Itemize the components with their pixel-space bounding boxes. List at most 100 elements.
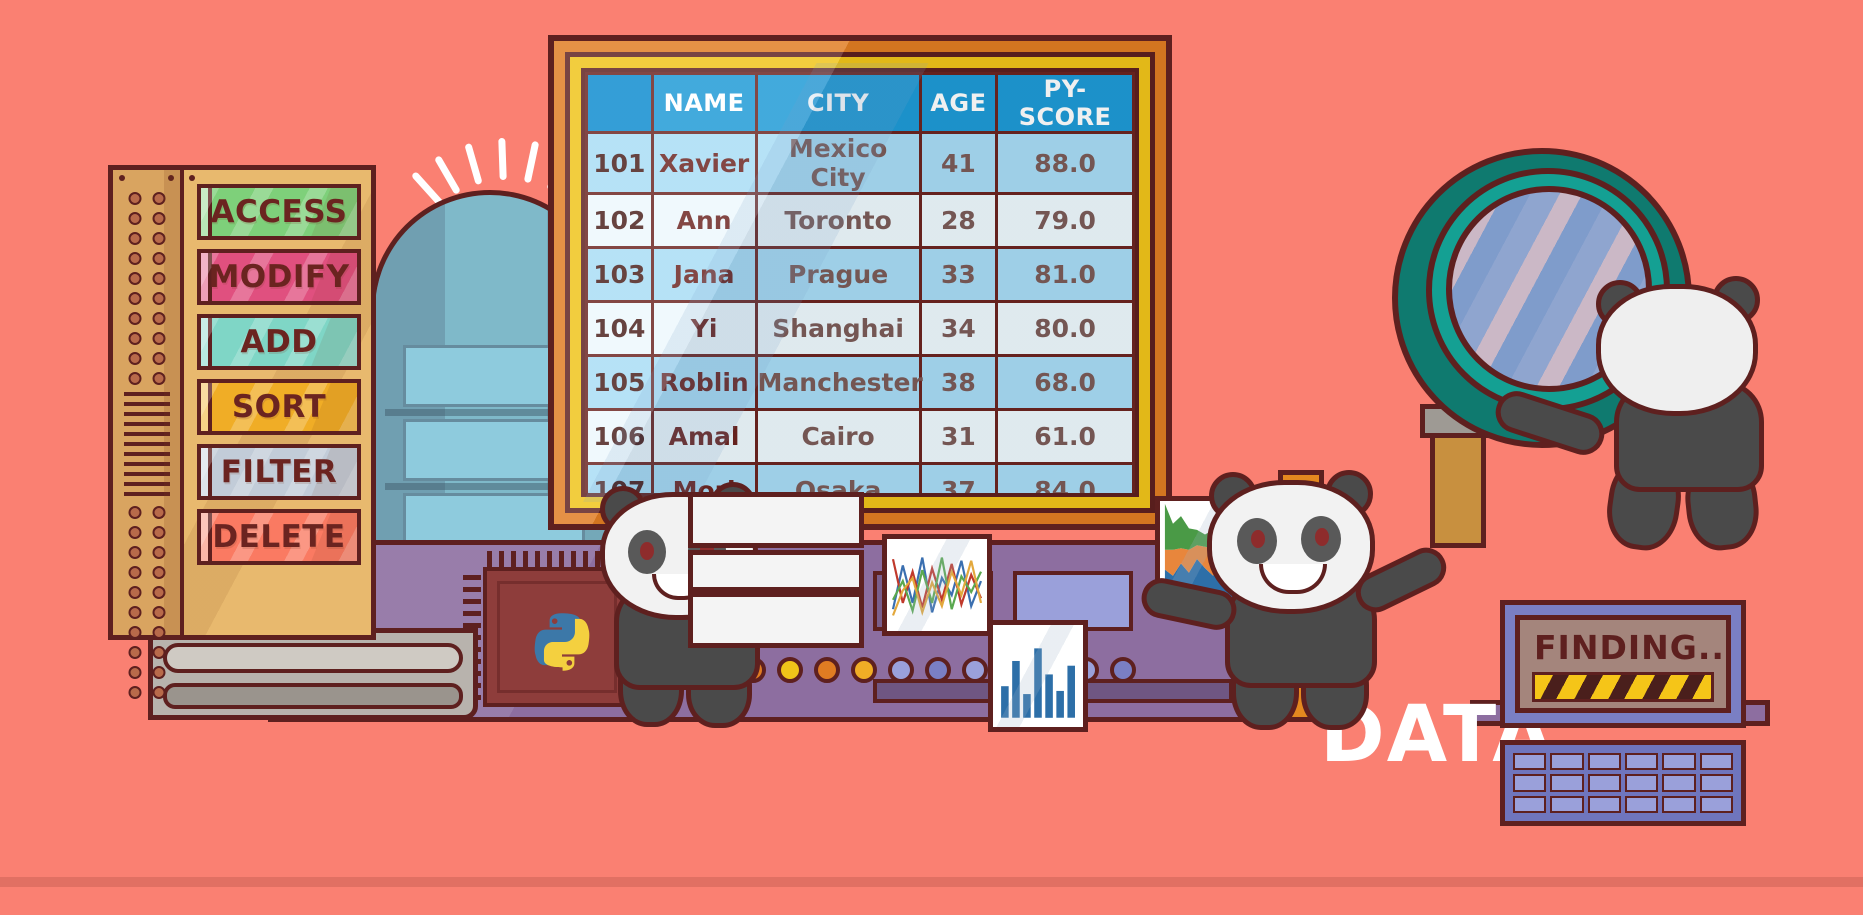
vent-hole: [152, 232, 165, 245]
document-stack: [688, 492, 868, 652]
keypad-key[interactable]: [1550, 753, 1584, 771]
keypad-key[interactable]: [1624, 774, 1659, 792]
cpu-pin: [463, 599, 481, 604]
cell-id: 104: [585, 300, 654, 357]
cell-city: Mexico City: [754, 131, 922, 195]
table-row[interactable]: 106 Amal Cairo 31 61.0: [585, 408, 1135, 465]
document-sheet: [688, 592, 864, 648]
bar: [1045, 674, 1053, 718]
table-row[interactable]: 105 Roblin Manchester 38 68.0: [585, 354, 1135, 411]
keypad-key[interactable]: [1513, 795, 1547, 813]
menu-button-label: DELETE: [212, 519, 346, 555]
col-header-age[interactable]: AGE: [918, 72, 999, 134]
menu-button-label: ADD: [240, 324, 318, 360]
vent-hole: [152, 606, 165, 619]
keypad-key[interactable]: [1513, 774, 1547, 792]
bar: [1012, 660, 1020, 718]
keypad-grid[interactable]: [1500, 740, 1746, 826]
keypad-key[interactable]: [1624, 753, 1659, 771]
menu-button-modify[interactable]: MODIFY: [197, 249, 361, 305]
data-table-frame: NAME CITY AGE PY-SCORE 101 Xavier Mexico C…: [548, 35, 1172, 530]
vent-hole: [152, 372, 165, 385]
col-header-index[interactable]: [585, 72, 654, 134]
vent-slot: [123, 422, 170, 426]
keypad-key[interactable]: [1662, 774, 1696, 792]
vent-hole: [152, 212, 165, 225]
vent-slot: [123, 412, 170, 416]
keypad-key[interactable]: [1662, 795, 1696, 813]
vent-hole: [128, 586, 141, 599]
cell-city: Prague: [754, 246, 922, 303]
keypad-key[interactable]: [1587, 774, 1621, 792]
keypad-key[interactable]: [1662, 753, 1696, 771]
bar-chart-thumbnail[interactable]: [988, 620, 1088, 732]
cell-score: 79.0: [995, 192, 1135, 249]
cpu-pin: [547, 551, 552, 569]
vent-hole: [128, 312, 141, 325]
cell-age: 28: [918, 192, 999, 249]
vent-hole: [128, 686, 141, 699]
perforated-panel: [108, 165, 184, 699]
cell-city: Shanghai: [754, 300, 922, 357]
col-header-score[interactable]: PY-SCORE: [995, 72, 1135, 134]
cell-name: Yi: [650, 300, 758, 357]
cell-score: 61.0: [995, 408, 1135, 465]
table-row[interactable]: 103 Jana Prague 33 81.0: [585, 246, 1135, 303]
vent-hole: [128, 372, 141, 385]
table-row[interactable]: 101 Xavier Mexico City 41 88.0: [585, 131, 1135, 195]
line-chart-thumbnail[interactable]: [882, 534, 992, 636]
menu-button-filter[interactable]: FILTER: [197, 444, 361, 500]
cell-id: 103: [585, 246, 654, 303]
bar: [1023, 694, 1031, 718]
cell-name: Jana: [650, 246, 758, 303]
keypad-key[interactable]: [1699, 795, 1733, 813]
col-header-name[interactable]: NAME: [650, 72, 758, 134]
illustration-scene: ACCESS MODIFY ADD SORT FILTER DELETE DATA: [0, 0, 1863, 915]
finding-label: FINDING...: [1534, 628, 1731, 667]
panda-waving: [1137, 460, 1453, 735]
vent-hole: [128, 272, 141, 285]
keypad-key[interactable]: [1699, 774, 1733, 792]
screw-icon: [119, 175, 125, 181]
table-row[interactable]: 102 Ann Toronto 28 79.0: [585, 192, 1135, 249]
col-header-city[interactable]: CITY: [754, 72, 922, 134]
cell-city: Cairo: [754, 408, 922, 465]
vent-slot: [123, 482, 170, 486]
vent-hole: [128, 526, 141, 539]
panda-pupil: [1251, 530, 1265, 548]
vent-hole: [152, 352, 165, 365]
menu-button-delete[interactable]: DELETE: [197, 509, 361, 565]
panda-pupil: [640, 542, 654, 560]
cell-name: Amal: [650, 408, 758, 465]
panda-pupil: [1315, 528, 1329, 546]
vent-hole: [152, 666, 165, 679]
vent-hole: [128, 292, 141, 305]
cell-score: 84.0: [995, 462, 1135, 493]
cell-name: Xavier: [650, 131, 758, 195]
bar: [1067, 665, 1075, 718]
vent-hole: [152, 312, 165, 325]
vent-slot: [123, 452, 170, 456]
vent-hole: [152, 192, 165, 205]
menu-button-label: ACCESS: [210, 194, 348, 230]
keypad-key[interactable]: [1624, 795, 1659, 813]
keypad-key[interactable]: [1587, 753, 1621, 771]
cell-name: Ann: [650, 192, 758, 249]
cpu-pin: [499, 551, 504, 569]
vent-hole: [152, 626, 165, 639]
keypad-key[interactable]: [1550, 795, 1584, 813]
table-row[interactable]: 104 Yi Shanghai 34 80.0: [585, 300, 1135, 357]
keypad-key[interactable]: [1699, 753, 1733, 771]
cell-age: 38: [918, 354, 999, 411]
vent-slot: [123, 432, 170, 436]
keypad-key[interactable]: [1587, 795, 1621, 813]
menu-button-access[interactable]: ACCESS: [197, 184, 361, 240]
menu-button-add[interactable]: ADD: [197, 314, 361, 370]
data-table-viewport[interactable]: NAME CITY AGE PY-SCORE 101 Xavier Mexico C…: [581, 68, 1139, 497]
cell-score: 80.0: [995, 300, 1135, 357]
cell-city: Toronto: [754, 192, 922, 249]
menu-button-sort[interactable]: SORT: [197, 379, 361, 435]
bar: [1001, 686, 1009, 718]
keypad-key[interactable]: [1550, 774, 1584, 792]
keypad-key[interactable]: [1513, 753, 1547, 771]
